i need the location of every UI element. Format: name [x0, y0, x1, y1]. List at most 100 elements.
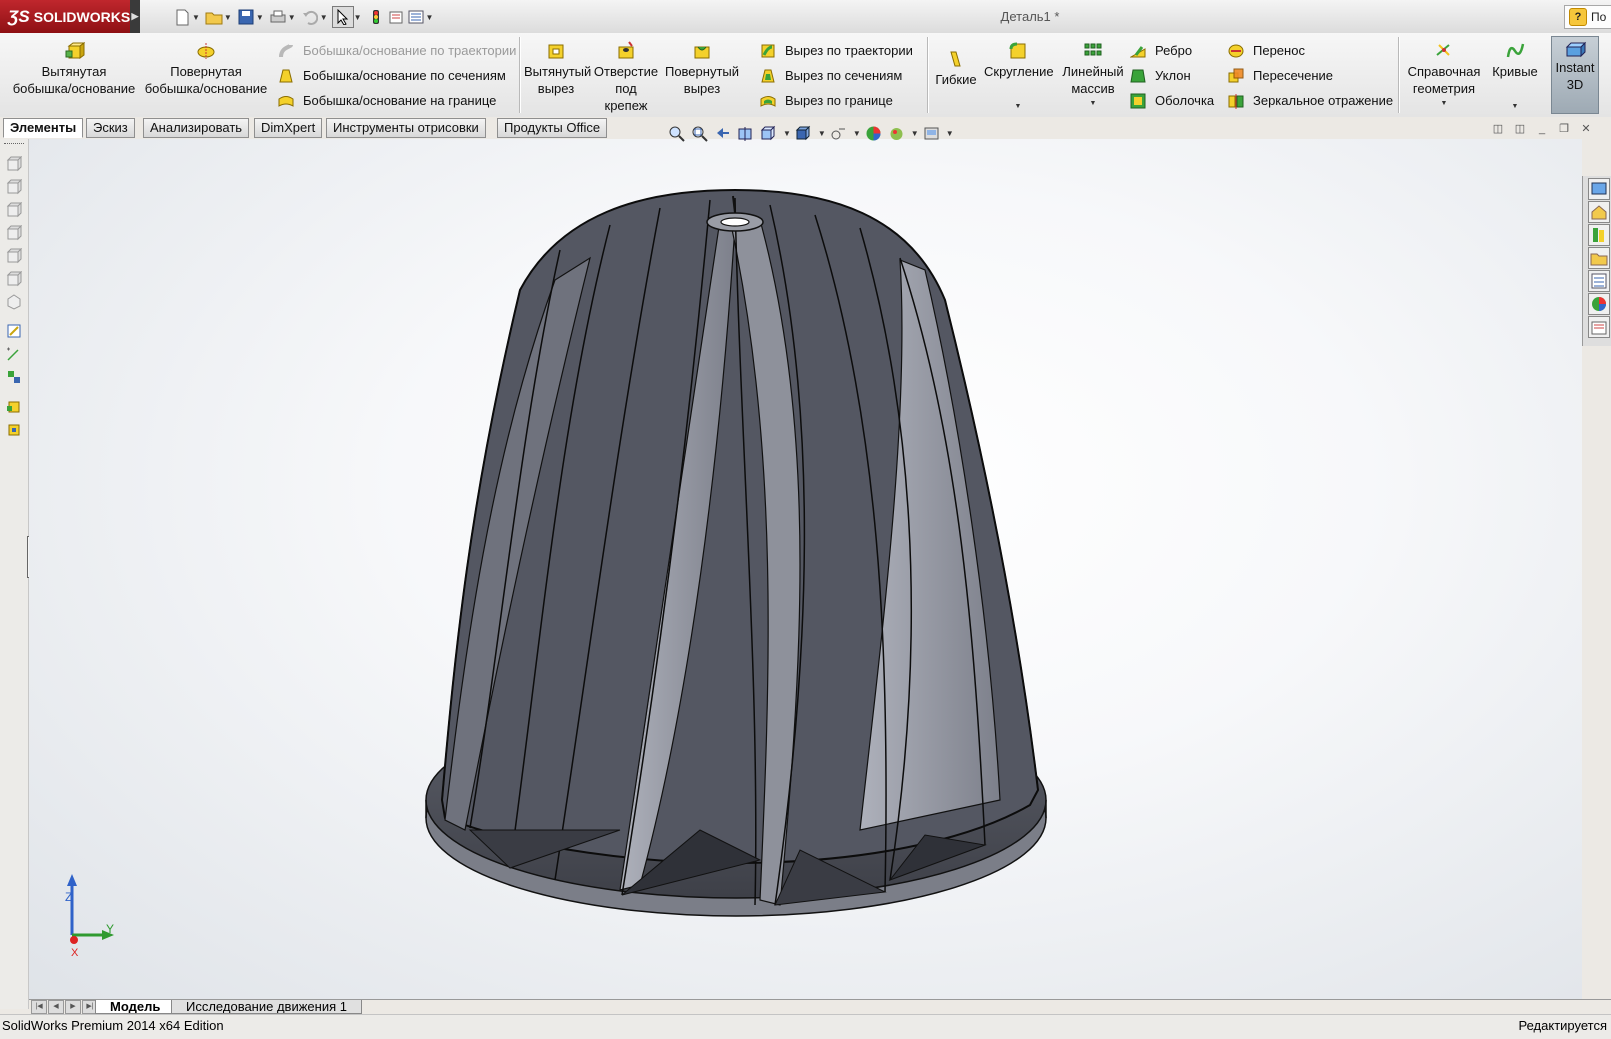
zoom-to-fit-icon[interactable]	[668, 125, 685, 142]
edit-appearance-icon[interactable]	[865, 125, 882, 142]
close-icon[interactable]: ✕	[1579, 123, 1593, 136]
restore-icon[interactable]: ❐	[1557, 123, 1571, 136]
tab-motion-study[interactable]: Исследование движения 1	[171, 1000, 362, 1014]
lofted-boss-button[interactable]: Бобышка/основание по сечениям	[278, 63, 516, 88]
chevron-down-icon[interactable]: ▼	[1058, 99, 1128, 108]
swept-cut-icon	[761, 44, 775, 57]
draft-button[interactable]: Уклон	[1130, 63, 1214, 88]
tab-office-products[interactable]: Продукты Office	[497, 118, 608, 138]
model-ribbed-dome[interactable]	[440, 188, 1040, 906]
display-style-icon[interactable]	[795, 125, 812, 142]
split-vertical-icon[interactable]: ◫	[1513, 123, 1527, 136]
tab-model[interactable]: Модель	[95, 1000, 176, 1014]
revolved-boss-icon	[197, 43, 215, 59]
extruded-boss-label: Вытянутая бобышка/основание	[12, 64, 136, 96]
minimize-icon[interactable]: _	[1535, 123, 1549, 136]
revolved-cut-button[interactable]: Повернутый вырез	[664, 41, 740, 97]
instant3d-icon	[1565, 41, 1586, 58]
linear-pattern-icon	[1084, 43, 1102, 56]
smart-dimension-icon[interactable]	[6, 346, 22, 362]
zoom-to-area-icon[interactable]	[691, 125, 708, 142]
standard-view-icon[interactable]	[6, 202, 22, 218]
swept-cut-button[interactable]: Вырез по траектории	[760, 38, 913, 63]
sketch-icon[interactable]	[6, 323, 22, 339]
wrap-button[interactable]: Перенос	[1228, 38, 1393, 63]
extruded-boss-icon[interactable]	[6, 398, 22, 414]
graphics-area[interactable]: Z Y X	[29, 139, 1582, 999]
help-button[interactable]: ? По	[1564, 5, 1611, 29]
command-manager: Вытянутая бобышка/основание Повернутая б…	[0, 33, 1611, 118]
revolved-cut-label: Повернутый вырез	[664, 64, 740, 96]
fillet-button[interactable]: Скругление ▼	[984, 41, 1054, 111]
intersect-button[interactable]: Пересечение	[1228, 63, 1393, 88]
previous-tab-icon[interactable]: ◀	[48, 1000, 64, 1014]
intersect-icon	[1228, 68, 1244, 82]
first-tab-icon[interactable]: |◀	[31, 1000, 47, 1014]
curves-button[interactable]: Кривые ▼	[1488, 41, 1542, 111]
standard-view-icon[interactable]	[6, 248, 22, 264]
reference-geometry-button[interactable]: Справочная геометрия ▼	[1404, 41, 1484, 108]
tab-dimxpert[interactable]: DimXpert	[254, 118, 323, 138]
previous-view-icon[interactable]	[714, 125, 731, 142]
chevron-down-icon[interactable]: ▼	[1488, 102, 1542, 111]
chevron-down-icon[interactable]: ▼	[911, 129, 919, 138]
isometric-view-icon[interactable]	[6, 294, 22, 310]
mirror-button[interactable]: Зеркальное отражение	[1228, 88, 1393, 113]
next-tab-icon[interactable]: ▶	[65, 1000, 81, 1014]
standard-view-icon[interactable]	[6, 179, 22, 195]
rib-button[interactable]: Ребро	[1130, 38, 1214, 63]
tab-evaluate[interactable]: Анализировать	[143, 118, 250, 138]
shell-button[interactable]: Оболочка	[1130, 88, 1214, 113]
revolved-cut-icon	[694, 46, 710, 59]
tab-sketch[interactable]: Эскиз	[86, 118, 135, 138]
instant3d-button[interactable]: Instant 3D	[1551, 36, 1599, 114]
view-settings-icon[interactable]	[923, 125, 940, 142]
relations-icon[interactable]	[6, 369, 22, 385]
appearances-icon[interactable]	[1588, 293, 1610, 315]
lofted-boss-label: Бобышка/основание по сечениям	[303, 68, 506, 83]
hide-show-items-icon[interactable]	[830, 125, 847, 142]
apply-scene-icon[interactable]	[888, 125, 905, 142]
ribbon-divider	[1398, 37, 1400, 113]
hole-wizard-button[interactable]: Отверстие под крепеж	[592, 41, 660, 114]
tab-render-tools[interactable]: Инструменты отрисовки	[326, 118, 486, 138]
split-horizontal-icon[interactable]: ◫	[1491, 123, 1505, 136]
chevron-down-icon[interactable]: ▼	[818, 129, 826, 138]
chevron-down-icon[interactable]: ▼	[853, 129, 861, 138]
lofted-cut-button[interactable]: Вырез по сечениям	[760, 63, 913, 88]
tab-navigation: |◀ ◀ ▶ ▶|	[31, 1000, 99, 1014]
chevron-down-icon[interactable]: ▼	[1404, 99, 1484, 108]
standard-view-icon[interactable]	[6, 156, 22, 172]
extruded-boss-button[interactable]: Вытянутая бобышка/основание	[10, 41, 138, 97]
boundary-boss-button[interactable]: Бобышка/основание на границе	[278, 88, 516, 113]
swept-cut-label: Вырез по траектории	[785, 43, 913, 58]
chevron-down-icon[interactable]: ▼	[783, 129, 791, 138]
solidworks-resources-icon[interactable]	[1588, 178, 1610, 200]
file-explorer-icon[interactable]	[1588, 247, 1610, 269]
panel-grip[interactable]	[4, 143, 24, 145]
extruded-cut-icon[interactable]	[6, 421, 22, 437]
revolved-boss-button[interactable]: Повернутая бобышка/основание	[144, 41, 268, 97]
linear-pattern-button[interactable]: Линейный массив ▼	[1058, 41, 1128, 108]
home-icon[interactable]	[1588, 201, 1610, 223]
custom-properties-icon[interactable]	[1588, 316, 1610, 338]
boundary-cut-button[interactable]: Вырез по границе	[760, 88, 913, 113]
view-orientation-icon[interactable]	[760, 125, 777, 142]
chevron-down-icon[interactable]: ▼	[946, 129, 954, 138]
feature-manager-collapsed-panel	[0, 139, 29, 1009]
boundary-cut-icon	[760, 95, 776, 107]
extruded-cut-button[interactable]: Вытянутый вырез	[524, 41, 591, 97]
standard-view-icon[interactable]	[6, 271, 22, 287]
chevron-down-icon[interactable]: ▼	[984, 102, 1052, 111]
section-view-icon[interactable]	[737, 125, 754, 142]
ribbon-divider	[519, 37, 521, 113]
swept-boss-button[interactable]: Бобышка/основание по траектории	[278, 38, 516, 63]
hole-wizard-label: Отверстие под крепеж	[593, 64, 659, 113]
tab-features[interactable]: Элементы	[3, 118, 84, 138]
model-3d-view[interactable]: Z Y X	[29, 139, 1582, 999]
view-palette-icon[interactable]	[1588, 270, 1610, 292]
design-library-icon[interactable]	[1588, 224, 1610, 246]
flex-button[interactable]: Гибкие	[932, 49, 980, 88]
standard-view-icon[interactable]	[6, 225, 22, 241]
task-pane	[1582, 176, 1611, 346]
